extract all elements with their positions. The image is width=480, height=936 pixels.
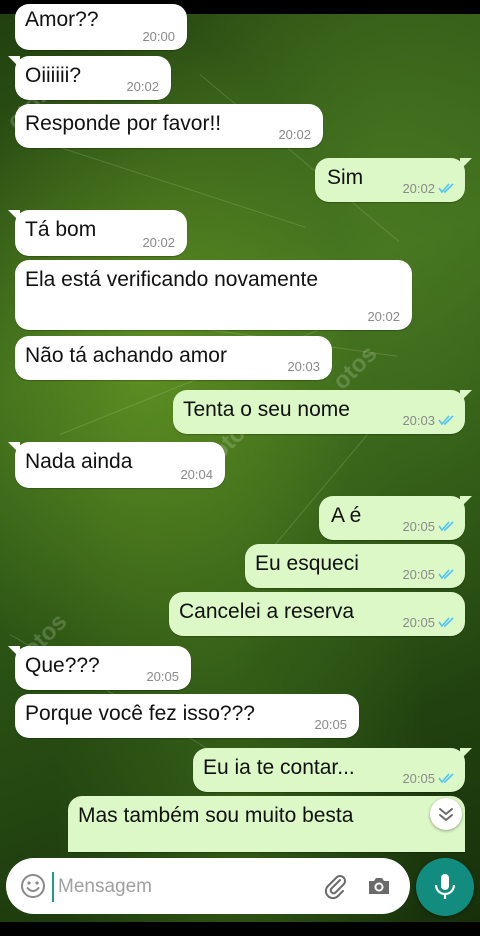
message-bubble-incoming[interactable]: Amor?? 20:00 xyxy=(15,4,187,50)
message-text: Eu esqueci xyxy=(255,552,359,575)
double-chevron-down-icon xyxy=(439,808,453,821)
read-ticks-icon xyxy=(438,569,454,580)
camera-icon[interactable] xyxy=(364,871,394,901)
message-bubble-incoming[interactable]: Não tá achando amor 20:03 xyxy=(15,336,332,380)
message-time: 20:05 xyxy=(402,615,435,630)
bubble-tail xyxy=(8,442,20,454)
message-text: Eu ia te contar... xyxy=(203,756,355,779)
message-time: 20:05 xyxy=(402,771,435,786)
message-time: 20:02 xyxy=(402,181,435,196)
bubble-tail xyxy=(460,748,472,760)
message-time: 20:05 xyxy=(314,717,347,732)
read-ticks-icon xyxy=(438,773,454,784)
read-ticks-icon xyxy=(438,617,454,628)
message-time: 20:04 xyxy=(180,467,213,482)
bubble-tail xyxy=(460,158,472,170)
message-bubble-incoming[interactable]: Porque você fez isso??? 20:05 xyxy=(15,694,359,738)
microphone-button[interactable] xyxy=(416,858,474,916)
message-text: Que??? xyxy=(25,654,100,677)
message-text: Responde por favor!! xyxy=(25,112,222,135)
bubble-tail xyxy=(460,496,472,508)
message-text: Amor?? xyxy=(25,8,99,31)
message-input[interactable] xyxy=(52,872,310,902)
bubble-tail xyxy=(460,390,472,402)
message-text: Sim xyxy=(327,166,364,189)
message-time: 20:05 xyxy=(146,669,179,684)
message-time: 20:03 xyxy=(402,413,435,428)
message-bubble-incoming[interactable]: Responde por favor!! 20:02 xyxy=(15,104,323,148)
bubble-tail xyxy=(8,210,20,222)
message-bubble-incoming[interactable]: Oiiiiii? 20:02 xyxy=(8,56,171,100)
message-text: Tá bom xyxy=(25,218,97,241)
message-bubble-incoming[interactable]: Ela está verificando novamente 20:02 xyxy=(15,260,412,330)
message-time: 20:03 xyxy=(287,359,320,374)
read-ticks-icon xyxy=(438,521,454,532)
bubble-tail xyxy=(8,646,20,658)
message-bubble-outgoing[interactable]: Sim 20:02 xyxy=(315,158,472,202)
message-text: Mas também sou muito besta xyxy=(78,804,354,827)
read-ticks-icon xyxy=(438,415,454,426)
message-time: 20:02 xyxy=(278,127,311,142)
message-time: 20:02 xyxy=(142,235,175,250)
read-ticks-icon xyxy=(438,183,454,194)
message-time: 20:05 xyxy=(402,567,435,582)
message-text: Ela está verificando novamente xyxy=(25,268,319,291)
message-composer xyxy=(6,858,410,914)
message-text: Tenta o seu nome xyxy=(183,398,350,421)
message-bubble-outgoing[interactable]: Eu ia te contar... 20:05 xyxy=(193,748,472,792)
message-bubble-outgoing[interactable]: A é 20:05 xyxy=(319,496,472,540)
bubble-tail xyxy=(8,56,20,68)
message-text: A é xyxy=(331,504,362,527)
message-bubble-outgoing[interactable]: Eu esqueci 20:05 xyxy=(245,544,465,588)
message-text: Cancelei a reserva xyxy=(179,600,355,623)
message-bubble-incoming[interactable]: Tá bom 20:02 xyxy=(8,210,187,256)
message-text: Porque você fez isso??? xyxy=(25,702,255,725)
message-time: 20:00 xyxy=(142,29,175,44)
watermark: otos xyxy=(327,340,383,396)
message-bubble-outgoing[interactable]: Mas também sou muito besta xyxy=(68,796,465,852)
message-bubble-incoming[interactable]: Nada ainda 20:04 xyxy=(8,442,225,488)
message-text: Nada ainda xyxy=(25,450,133,473)
message-text: Oiiiiii? xyxy=(25,64,82,87)
message-text: Não tá achando amor xyxy=(25,344,227,367)
paperclip-icon[interactable] xyxy=(320,871,350,901)
message-time: 20:02 xyxy=(367,309,400,324)
emoji-icon[interactable] xyxy=(18,871,48,901)
message-bubble-outgoing[interactable]: Cancelei a reserva 20:05 xyxy=(169,592,465,636)
scroll-to-bottom-button[interactable] xyxy=(430,798,462,830)
message-time: 20:02 xyxy=(126,79,159,94)
message-bubble-incoming[interactable]: Que??? 20:05 xyxy=(8,646,191,690)
microphone-icon xyxy=(434,874,456,899)
navigation-bar xyxy=(0,922,480,936)
message-bubble-outgoing[interactable]: Tenta o seu nome 20:03 xyxy=(173,390,472,434)
message-time: 20:05 xyxy=(402,519,435,534)
